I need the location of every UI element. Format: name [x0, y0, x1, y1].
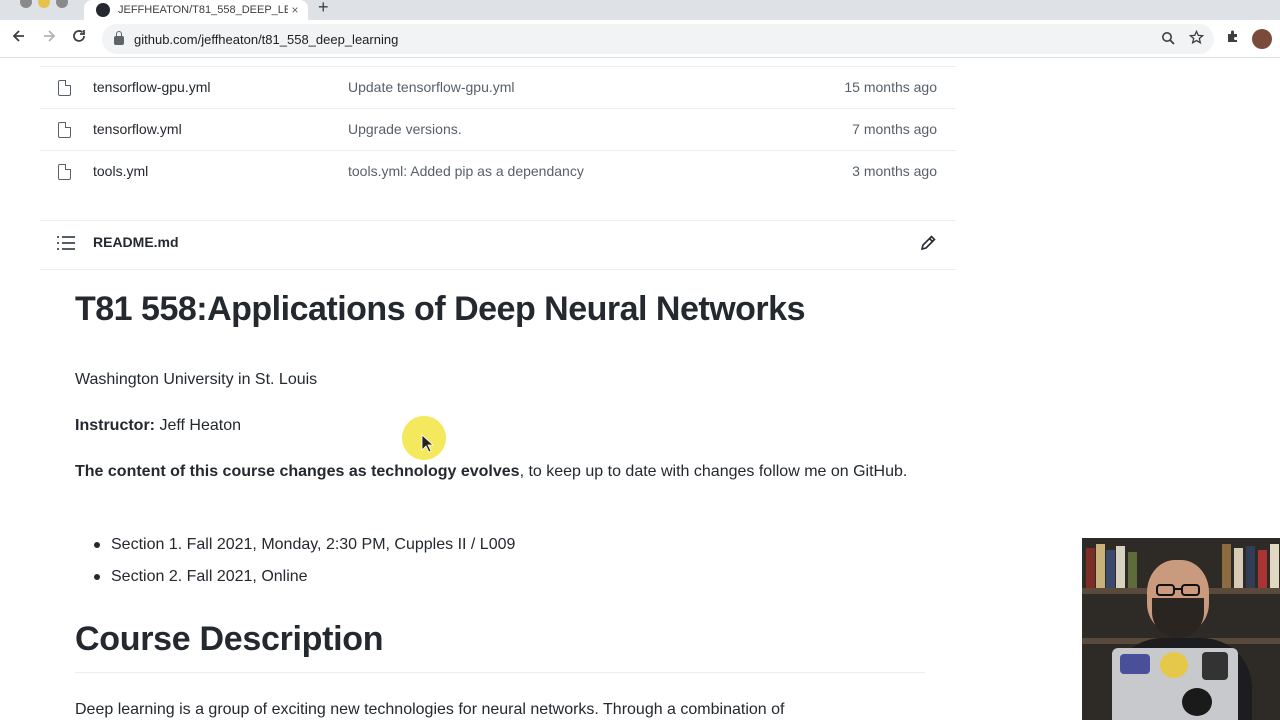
forward-icon[interactable]	[38, 28, 60, 50]
course-description-heading: Course Description	[75, 620, 384, 658]
readme-header: README.md	[40, 220, 956, 270]
course-notice: The content of this course changes as te…	[75, 458, 925, 485]
instructor-label: Instructor:	[75, 417, 155, 434]
back-icon[interactable]	[8, 28, 30, 50]
file-name-link[interactable]: tools.yml	[93, 163, 148, 179]
commit-message-link[interactable]: tools.yml: Added pip as a dependancy	[348, 163, 584, 179]
laptop-image	[1112, 648, 1238, 720]
url-text: github.com/jeffheaton/t81_558_deep_learn…	[134, 31, 399, 47]
file-icon	[58, 164, 71, 180]
file-row[interactable]: tools.yml tools.yml: Added pip as a depe…	[40, 150, 956, 192]
file-icon	[58, 80, 71, 96]
notice-bold-text: The content of this course changes as te…	[75, 463, 520, 480]
person-beard	[1152, 598, 1204, 638]
commit-age: 3 months ago	[852, 163, 937, 179]
tab-title: JEFFHEATON/T81_558_DEEP_LEAR	[118, 4, 288, 16]
file-icon	[58, 122, 71, 138]
browser-tab-active[interactable]: JEFFHEATON/T81_558_DEEP_LEAR ×	[84, 0, 308, 20]
file-name-link[interactable]: tensorflow-gpu.yml	[93, 79, 211, 95]
zoom-icon[interactable]	[1158, 31, 1178, 48]
commit-age: 15 months ago	[844, 79, 937, 95]
browser-toolbar: github.com/jeffheaton/t81_558_deep_learn…	[0, 20, 1280, 58]
commit-message-link[interactable]: Update tensorflow-gpu.yml	[348, 79, 515, 95]
readme-filename: README.md	[93, 234, 179, 250]
edit-pencil-icon[interactable]	[918, 233, 938, 253]
instructor-line: Instructor: Jeff Heaton	[75, 412, 241, 439]
sections-list: Section 1. Fall 2021, Monday, 2:30 PM, C…	[94, 531, 515, 595]
tab-strip: JEFFHEATON/T81_558_DEEP_LEAR × +	[0, 0, 1280, 20]
list-item: Section 2. Fall 2021, Online	[94, 563, 515, 595]
window-maximize-button[interactable]	[56, 0, 68, 8]
follow-github-link[interactable]: follow me on GitHub	[759, 463, 903, 480]
bookmark-star-icon[interactable]	[1186, 29, 1206, 48]
webcam-overlay	[1082, 538, 1280, 720]
description-text: Deep learning is a group of exciting new…	[75, 701, 785, 718]
profile-avatar[interactable]	[1252, 29, 1272, 49]
extensions-icon[interactable]	[1222, 28, 1244, 50]
tab-close-icon[interactable]: ×	[288, 3, 302, 17]
notice-period: .	[902, 463, 908, 480]
heading-divider	[75, 672, 925, 673]
file-row[interactable]: tensorflow-gpu.yml Update tensorflow-gpu…	[40, 66, 956, 108]
file-name-link[interactable]: tensorflow.yml	[93, 121, 182, 137]
new-tab-button[interactable]: +	[318, 0, 329, 18]
commit-age: 7 months ago	[852, 121, 937, 137]
readme-title: T81 558:Applications of Deep Neural Netw…	[75, 290, 805, 328]
commit-message-link[interactable]: Upgrade versions.	[348, 121, 462, 137]
address-bar[interactable]: github.com/jeffheaton/t81_558_deep_learn…	[102, 24, 1214, 54]
reload-icon[interactable]	[68, 28, 90, 50]
university-text: Washington University in St. Louis	[75, 371, 318, 388]
file-row[interactable]: tensorflow.yml Upgrade versions. 7 month…	[40, 108, 956, 150]
mouse-pointer-icon	[421, 434, 435, 454]
instructor-name: Jeff Heaton	[159, 417, 241, 434]
table-of-contents-icon[interactable]	[57, 236, 75, 250]
list-item: Section 1. Fall 2021, Monday, 2:30 PM, C…	[94, 531, 515, 563]
window-minimize-button[interactable]	[38, 0, 50, 8]
glasses-icon	[1156, 584, 1200, 596]
github-icon	[96, 3, 110, 17]
notice-text: , to keep up to date with changes	[519, 463, 759, 480]
lock-icon	[114, 31, 124, 45]
window-close-button[interactable]	[20, 0, 32, 8]
